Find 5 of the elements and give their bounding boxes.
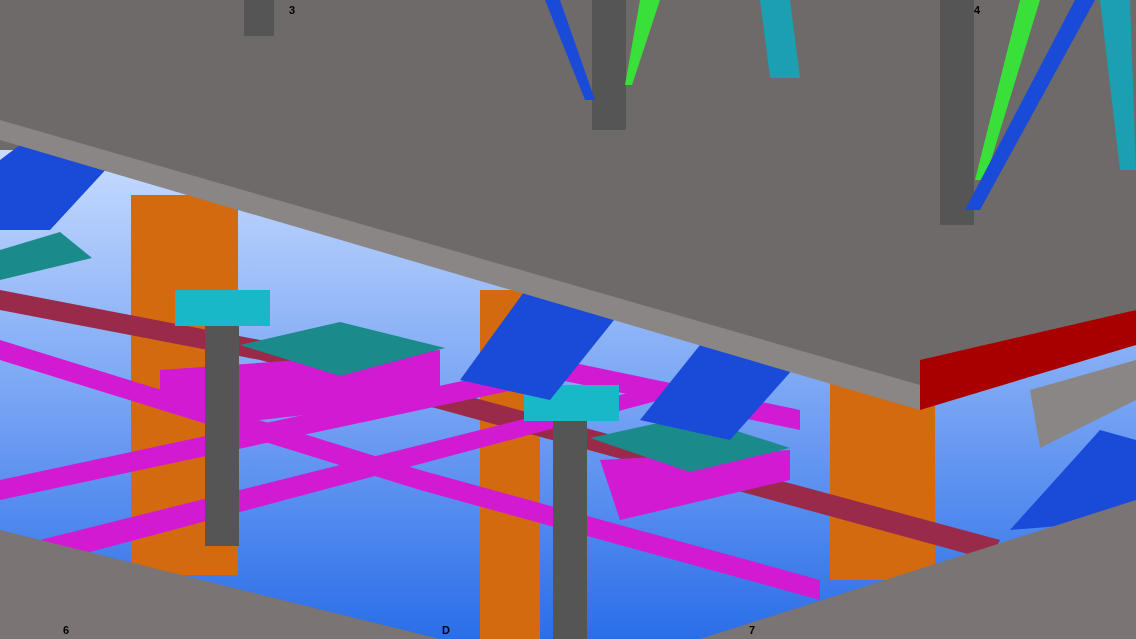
grid-label: 4	[974, 4, 981, 16]
grid-label: 7	[749, 624, 756, 636]
grid-label: 3	[289, 4, 296, 16]
grid-label: D	[442, 624, 450, 636]
grid-label: 6	[63, 624, 70, 636]
